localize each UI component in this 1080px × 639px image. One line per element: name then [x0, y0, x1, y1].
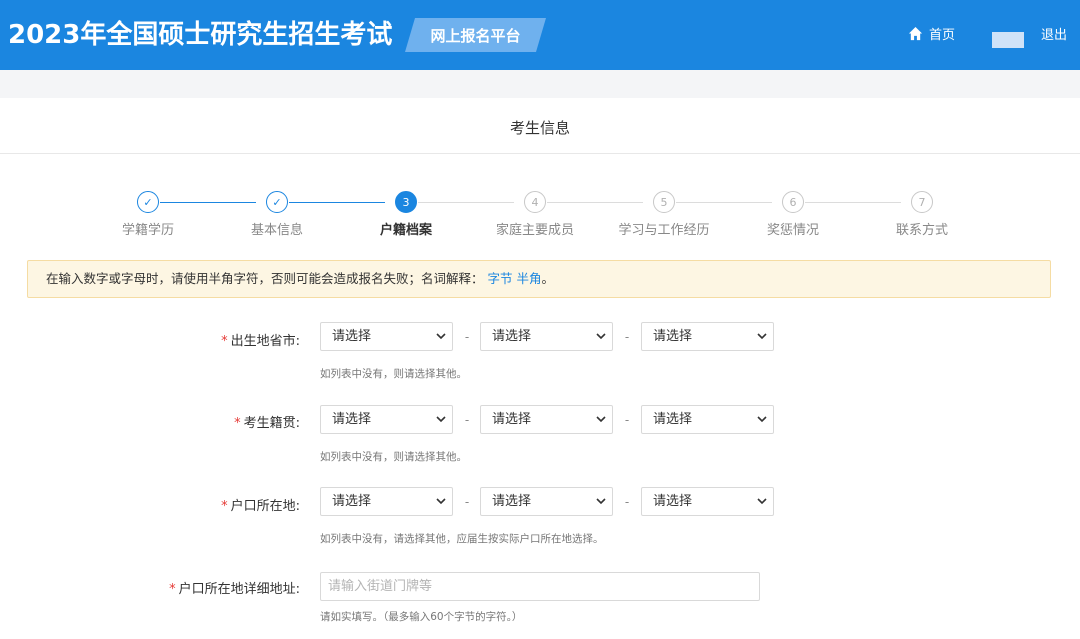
notice-banner: 在输入数字或字母时，请使用半角字符，否则可能会造成报名失败；名词解释： 字节 半…: [27, 260, 1051, 298]
step-7-circle: 7: [911, 191, 933, 213]
native-place-label: * 考生籍贯:: [0, 412, 300, 431]
user-name-masked: [992, 32, 1024, 48]
panel-title: 考生信息: [509, 119, 570, 137]
panel-divider: [0, 153, 1080, 154]
halfwidth-link[interactable]: 半角: [517, 271, 542, 286]
dash-separator: -: [464, 413, 470, 427]
step-connector: [805, 202, 901, 203]
select-value: 请选择: [653, 412, 693, 427]
hukou-address-label-text: 户口所在地详细地址:: [178, 582, 300, 597]
step-2-check-icon: ✓: [266, 191, 288, 213]
step-6-circle: 6: [782, 191, 804, 213]
dash-separator: -: [624, 495, 630, 509]
hukou-address-hint: 请如实填写。（最多输入60个字节的字符。）: [320, 611, 523, 623]
chevron-down-icon: [596, 333, 606, 340]
hukou-address-label: * 户口所在地详细地址:: [0, 578, 300, 597]
select-value: 请选择: [492, 494, 532, 509]
required-mark: *: [169, 582, 176, 597]
app-title: 2023年全国硕士研究生招生考试: [8, 20, 393, 50]
step-label-academic[interactable]: 学籍学历: [88, 219, 208, 238]
chevron-down-icon: [436, 498, 446, 505]
hukou-label: * 户口所在地:: [0, 495, 300, 514]
birthplace-hint: 如列表中没有，则请选择其他。: [320, 368, 467, 380]
select-value: 请选择: [492, 412, 532, 427]
notice-text: 在输入数字或字母时，请使用半角字符，否则可能会造成报名失败；名词解释：: [46, 271, 484, 286]
chevron-down-icon: [757, 416, 767, 423]
chevron-down-icon: [596, 498, 606, 505]
select-value: 请选择: [332, 412, 372, 427]
step-label-contact: 联系方式: [895, 223, 948, 238]
step-5-circle: 5: [653, 191, 675, 213]
step-label-experience: 学习与工作经历: [618, 223, 710, 238]
step-connector: [547, 202, 643, 203]
step-connector: [676, 202, 772, 203]
hukou-city-select[interactable]: 请选择: [480, 487, 613, 516]
chevron-down-icon: [757, 333, 767, 340]
native-city-select[interactable]: 请选择: [480, 405, 613, 434]
required-mark: *: [221, 499, 228, 514]
select-value: 请选择: [653, 329, 693, 344]
native-place-hint: 如列表中没有，则请选择其他。: [320, 451, 467, 463]
step-label-rewards: 奖惩情况: [766, 223, 819, 238]
step-connector: [160, 202, 256, 203]
student-info-panel: 考生信息 ✓ ✓ 3 4 5 6 7 学籍学历 基本信息 户籍档案 家庭主要成员…: [0, 98, 1080, 639]
home-link[interactable]: 首页: [908, 24, 955, 43]
dash-separator: -: [624, 330, 630, 344]
native-county-select[interactable]: 请选择: [641, 405, 774, 434]
platform-badge: 网上报名平台: [405, 18, 546, 52]
birthplace-province-select[interactable]: 请选择: [320, 322, 453, 351]
home-label: 首页: [929, 28, 956, 43]
select-value: 请选择: [653, 494, 693, 509]
platform-label: 网上报名平台: [430, 27, 521, 45]
step-connector: [289, 202, 385, 203]
required-mark: *: [221, 334, 228, 349]
select-value: 请选择: [332, 329, 372, 344]
hukou-county-select[interactable]: 请选择: [641, 487, 774, 516]
native-province-select[interactable]: 请选择: [320, 405, 453, 434]
step-1-check-icon: ✓: [137, 191, 159, 213]
top-header: 2023年全国硕士研究生招生考试 网上报名平台 首页 退出: [0, 0, 1080, 70]
byte-link[interactable]: 字节: [488, 271, 513, 286]
chevron-down-icon: [596, 416, 606, 423]
birthplace-city-select[interactable]: 请选择: [480, 322, 613, 351]
birthplace-label-text: 出生地省市:: [230, 334, 300, 349]
chevron-down-icon: [436, 416, 446, 423]
birthplace-label: * 出生地省市:: [0, 330, 300, 349]
dash-separator: -: [624, 413, 630, 427]
required-mark: *: [234, 416, 241, 431]
step-connector: [418, 202, 514, 203]
birthplace-county-select[interactable]: 请选择: [641, 322, 774, 351]
hukou-province-select[interactable]: 请选择: [320, 487, 453, 516]
select-value: 请选择: [332, 494, 372, 509]
hukou-address-input[interactable]: [320, 572, 760, 601]
hukou-label-text: 户口所在地:: [230, 499, 300, 514]
notice-end: 。: [541, 271, 555, 286]
home-icon: [908, 26, 923, 41]
dash-separator: -: [464, 495, 470, 509]
hukou-hint: 如列表中没有，请选择其他，应届生按实际户口所在地选择。: [320, 533, 604, 545]
step-4-circle: 4: [524, 191, 546, 213]
select-value: 请选择: [492, 329, 532, 344]
chevron-down-icon: [757, 498, 767, 505]
logout-link[interactable]: 退出: [1041, 24, 1067, 43]
chevron-down-icon: [436, 333, 446, 340]
step-label-household[interactable]: 户籍档案: [346, 219, 466, 238]
native-place-label-text: 考生籍贯:: [243, 416, 300, 431]
step-label-basic-info[interactable]: 基本信息: [217, 219, 337, 238]
step-label-family: 家庭主要成员: [495, 223, 574, 238]
step-3-circle: 3: [395, 191, 417, 213]
dash-separator: -: [464, 330, 470, 344]
